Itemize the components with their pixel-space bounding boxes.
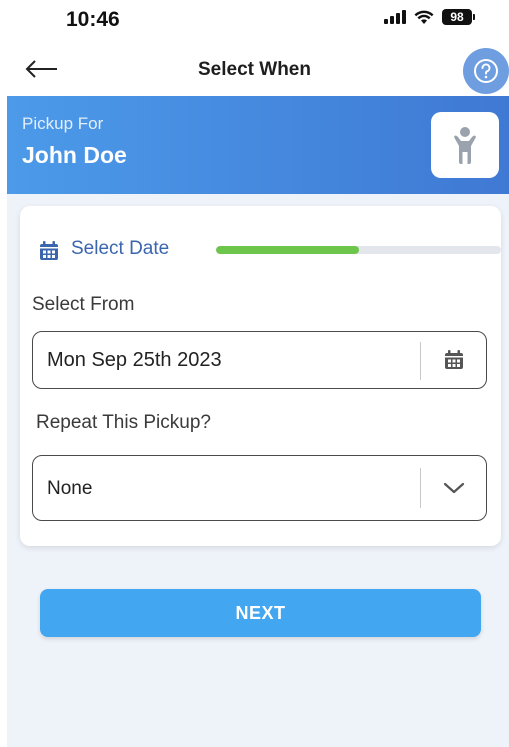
date-selection-card: Select Date Select From Mon Sep 25th 202… xyxy=(20,206,501,546)
date-value: Mon Sep 25th 2023 xyxy=(47,349,222,371)
date-field[interactable]: Mon Sep 25th 2023 xyxy=(32,331,487,389)
progress-bar xyxy=(216,246,501,254)
step-header: Select Date xyxy=(38,236,501,264)
wifi-icon xyxy=(414,10,434,24)
status-time: 10:46 xyxy=(66,8,120,31)
step-label: Select Date xyxy=(71,238,170,259)
battery-level: 98 xyxy=(442,9,472,25)
progress-fill xyxy=(216,246,359,254)
pickup-for-label: Pickup For xyxy=(22,114,104,133)
repeat-select[interactable]: None xyxy=(32,455,487,521)
child-figure-icon xyxy=(454,127,476,164)
battery-icon: 98 xyxy=(442,9,475,25)
chevron-down-icon xyxy=(443,482,465,494)
calendar-icon xyxy=(445,350,463,369)
status-icons: 98 xyxy=(384,9,475,25)
status-bar: 10:46 98 xyxy=(0,0,509,40)
next-button[interactable]: NEXT xyxy=(40,589,481,637)
page-title: Select When xyxy=(198,59,311,80)
repeat-pickup-label: Repeat This Pickup? xyxy=(36,412,211,433)
help-button[interactable] xyxy=(463,48,509,94)
repeat-selected-value: None xyxy=(47,478,93,499)
calendar-icon xyxy=(40,241,58,260)
nav-bar: Select When xyxy=(0,42,509,96)
avatar xyxy=(431,112,499,178)
select-from-label: Select From xyxy=(32,294,135,315)
child-name: John Doe xyxy=(22,142,127,168)
question-circle-icon xyxy=(474,59,498,83)
pickup-for-banner: Pickup For John Doe xyxy=(7,96,509,194)
cellular-signal-icon xyxy=(384,10,406,24)
calendar-picker-button[interactable] xyxy=(421,332,487,388)
dropdown-toggle[interactable] xyxy=(421,456,487,520)
